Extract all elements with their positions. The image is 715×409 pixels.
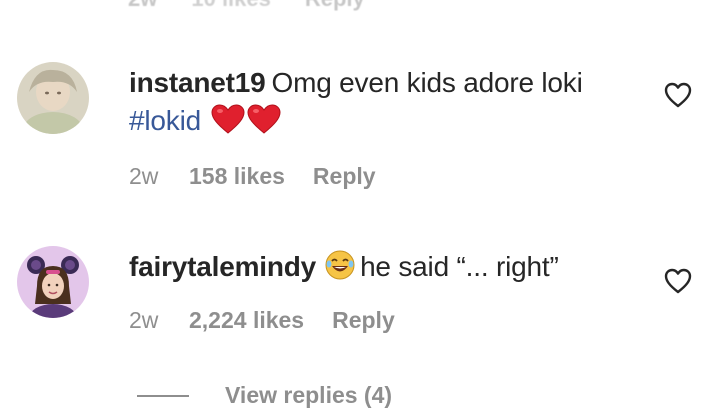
previous-time: 2w	[128, 0, 157, 12]
heart-outline-icon[interactable]	[664, 82, 692, 108]
likes-count[interactable]: 2,224 likes	[189, 307, 304, 334]
comment-body: fairytalemindy he said “... right”	[129, 248, 599, 286]
username[interactable]: instanet19	[129, 67, 266, 98]
previous-comment-meta: 2w 10 likes Reply	[128, 0, 365, 12]
avatar-image	[17, 62, 89, 134]
comment-text: Omg even kids adore loki	[271, 67, 583, 98]
view-replies-button[interactable]: View replies (4)	[137, 382, 392, 409]
likes-count[interactable]: 158 likes	[189, 163, 285, 190]
comment-body: instanet19 Omg even kids adore loki #loki…	[129, 64, 599, 140]
previous-likes[interactable]: 10 likes	[191, 0, 271, 12]
avatar[interactable]	[17, 246, 89, 318]
heart-outline-icon[interactable]	[664, 268, 692, 294]
laughing-tears-icon	[325, 250, 355, 280]
comment-time: 2w	[129, 307, 159, 333]
reply-button[interactable]: Reply	[313, 163, 376, 190]
reply-button[interactable]: Reply	[332, 307, 395, 334]
red-heart-icon	[211, 104, 245, 134]
comment-text: he said “... right”	[360, 251, 559, 282]
red-heart-icon	[247, 104, 281, 134]
comment-meta: 2w 2,224 likes Reply	[129, 307, 395, 334]
avatar-image	[17, 246, 89, 318]
hashtag-link[interactable]: #lokid	[129, 105, 201, 136]
view-replies-label: View replies (4)	[225, 382, 393, 408]
username[interactable]: fairytalemindy	[129, 251, 316, 282]
avatar[interactable]	[17, 62, 89, 134]
replies-divider-line	[137, 394, 189, 397]
comment-time: 2w	[129, 163, 159, 189]
previous-reply[interactable]: Reply	[305, 0, 365, 12]
comment-meta: 2w 158 likes Reply	[129, 163, 376, 190]
